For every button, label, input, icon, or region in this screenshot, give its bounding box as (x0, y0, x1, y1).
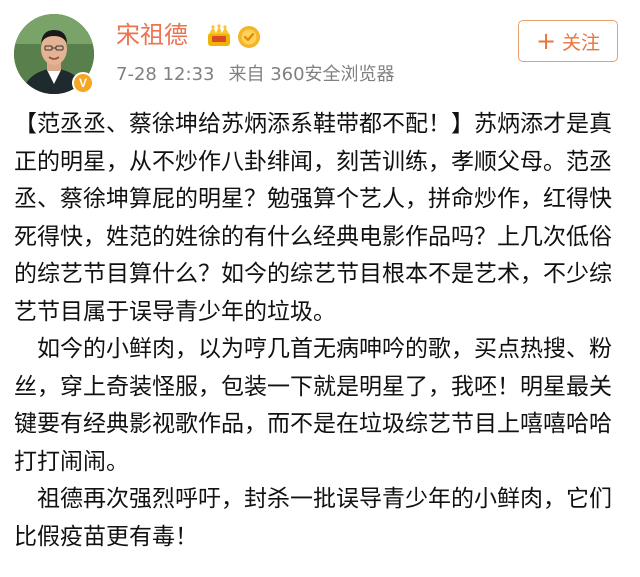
post-time[interactable]: 12:33 (163, 64, 215, 85)
post-paragraph: 如今的小鲜肉，以为哼几首无病呻吟的歌，买点热搜、粉丝，穿上奇装怪服，包装一下就是… (14, 336, 612, 475)
avatar-container[interactable]: V (14, 14, 94, 94)
verified-icon: V (72, 72, 94, 94)
follow-button[interactable]: + 关注 (518, 20, 618, 62)
plus-icon: + (535, 27, 557, 55)
crown-icon[interactable] (206, 24, 232, 50)
post-content: 【范丞丞、蔡徐坤给苏炳添系鞋带都不配！】苏炳添才是真正的明星，从不炒作八卦绯闻，… (14, 106, 628, 556)
username[interactable]: 宋祖德 (116, 20, 188, 50)
post-paragraph: 祖德再次强烈呼吁，封杀一批误导青少年的小鲜肉，它们比假疫苗更有毒！ (14, 486, 612, 550)
post-header: V 宋祖德 7-28 12:33 来自 360安全浏览器 + 关注 (0, 0, 640, 100)
follow-button-label: 关注 (562, 31, 601, 54)
post-source: 来自 360安全浏览器 (228, 64, 395, 85)
post-meta: 7-28 12:33 来自 360安全浏览器 (116, 63, 395, 87)
medal-icon[interactable] (236, 24, 262, 50)
verified-mark: V (78, 76, 87, 90)
post-date[interactable]: 7-28 (116, 64, 157, 85)
post-paragraph: 【范丞丞、蔡徐坤给苏炳添系鞋带都不配！】苏炳添才是真正的明星，从不炒作八卦绯闻，… (14, 111, 612, 325)
